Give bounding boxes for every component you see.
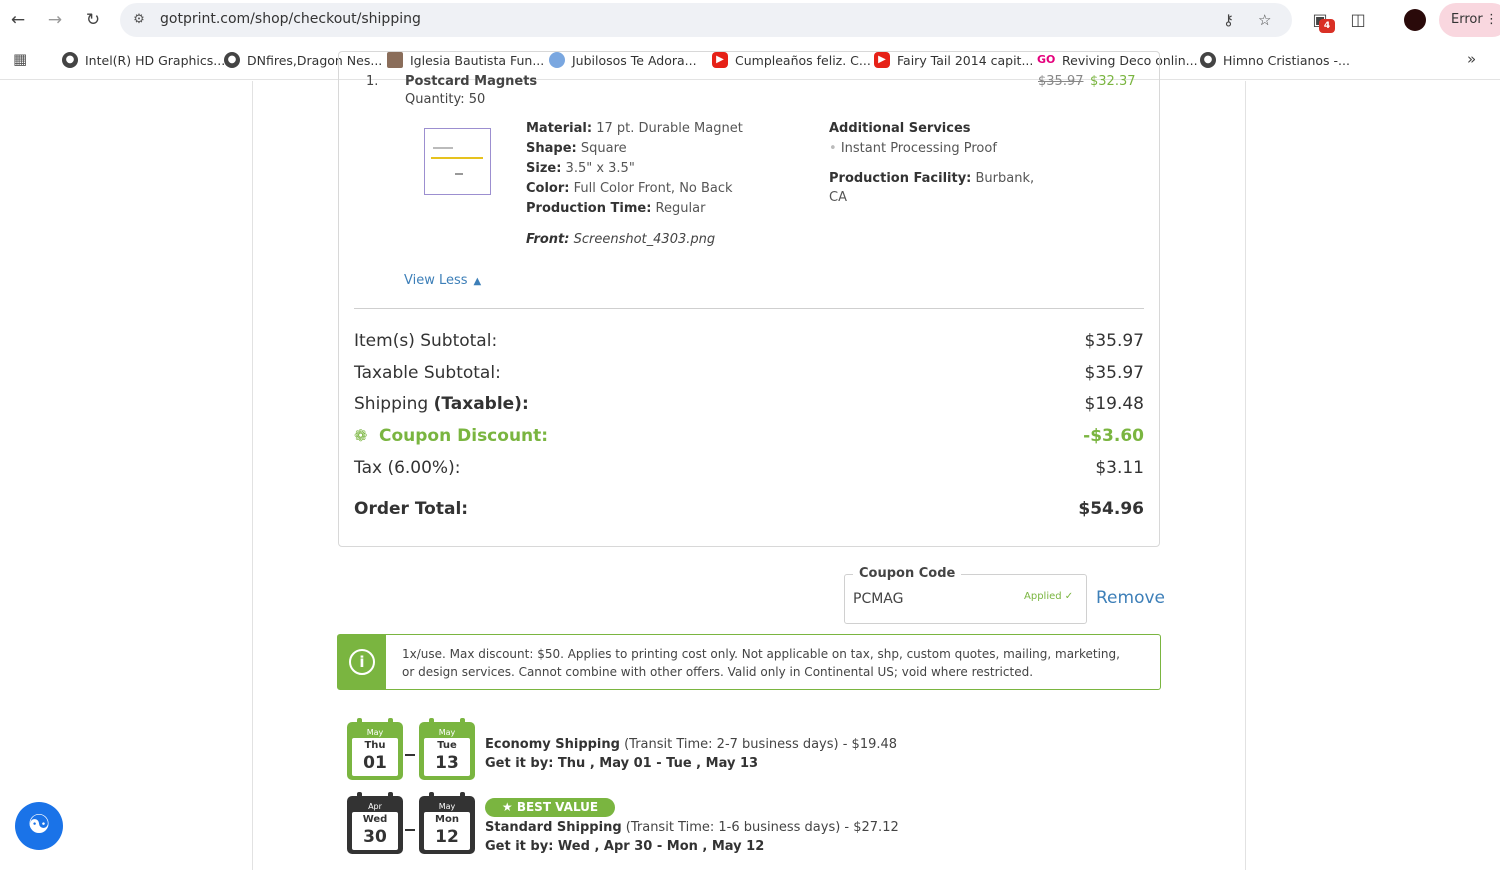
menu-dots-icon[interactable]: ⋮ xyxy=(1485,3,1498,37)
calendar-to-icon: May Tue 13 xyxy=(419,718,475,780)
production-facility: Production Facility: Burbank, xyxy=(829,171,1035,186)
tax-row: Tax (6.00%): $3.11 xyxy=(354,458,1144,482)
view-less-label: View Less xyxy=(404,273,468,288)
economy-shipping-title: Economy Shipping (Transit Time: 2-7 busi… xyxy=(485,737,898,752)
bookmark-label: Intel(R) HD Graphics... xyxy=(85,52,226,68)
item-old-price: $35.97 xyxy=(1038,74,1084,89)
additional-services-title: Additional Services xyxy=(829,121,971,136)
production-facility-state: CA xyxy=(829,190,847,205)
extension-badge: 4 xyxy=(1319,19,1335,33)
column-border xyxy=(252,81,253,870)
globe-icon: ● xyxy=(1200,52,1216,68)
browser-toolbar: ← → ↻ ⚙ gotprint.com/shop/checkout/shipp… xyxy=(0,0,1500,40)
password-key-icon[interactable]: ⚷ xyxy=(1223,11,1234,29)
spec-color: Color: Full Color Front, No Back xyxy=(526,181,733,196)
tag-icon: ❁ xyxy=(354,426,368,445)
url-text[interactable]: gotprint.com/shop/checkout/shipping xyxy=(160,11,421,27)
order-total-row: Order Total: $54.96 xyxy=(354,499,1144,523)
calendar-to-icon: May Mon 12 xyxy=(419,792,475,854)
spec-shape: Shape: Square xyxy=(526,141,627,156)
subtotal-row: Item(s) Subtotal: $35.97 xyxy=(354,331,1144,355)
back-icon[interactable]: ← xyxy=(7,9,29,31)
globe-icon: ● xyxy=(62,52,78,68)
apps-grid-icon[interactable]: ▦ xyxy=(13,51,29,67)
bookmark-label: Himno Cristianos -... xyxy=(1223,52,1350,68)
error-button[interactable]: Error ⋮ xyxy=(1439,3,1500,37)
item-number: 1. xyxy=(366,74,379,89)
accessibility-icon[interactable]: ☯ xyxy=(15,802,63,850)
site-settings-icon[interactable]: ⚙ xyxy=(130,11,148,29)
chevron-right-icon[interactable]: » xyxy=(1467,50,1476,68)
best-value-badge: ★ BEST VALUE xyxy=(485,798,615,817)
order-total-value: $54.96 xyxy=(1078,499,1144,519)
additional-service-item: • Instant Processing Proof xyxy=(829,141,997,156)
spec-size: Size: 3.5" x 3.5" xyxy=(526,161,635,176)
standard-get-it-by: Get it by: Wed , Apr 30 - Mon , May 12 xyxy=(485,839,765,854)
chevron-up-icon: ▲ xyxy=(473,276,482,287)
calendar-from-icon: May Thu 01 xyxy=(347,718,403,780)
bookmark-star-icon[interactable]: ☆ xyxy=(1258,11,1271,29)
date-range-dash xyxy=(405,754,415,756)
puzzle-icon[interactable]: ◫ xyxy=(1347,9,1369,31)
tax-value: $3.11 xyxy=(1095,458,1144,478)
spec-material: Material: 17 pt. Durable Magnet xyxy=(526,121,743,136)
column-border xyxy=(1245,81,1246,870)
coupon-discount-row: ❁ Coupon Discount: -$3.60 xyxy=(354,426,1144,450)
coupon-applied-status: Applied ✓ xyxy=(1024,591,1074,602)
economy-get-it-by: Get it by: Thu , May 01 - Tue , May 13 xyxy=(485,756,759,771)
coupon-info-text: 1x/use. Max discount: $50. Applies to pr… xyxy=(402,647,1120,679)
coupon-discount-label: ❁ Coupon Discount: xyxy=(354,426,549,446)
item-name: Postcard Magnets xyxy=(405,74,538,89)
taxable-value: $35.97 xyxy=(1084,363,1144,383)
coupon-info-box: i 1x/use. Max discount: $50. Applies to … xyxy=(337,634,1161,690)
coupon-code-label: Coupon Code xyxy=(853,566,962,581)
check-circle-icon: ✓ xyxy=(1064,591,1074,602)
date-range-dash xyxy=(405,829,415,831)
reload-icon[interactable]: ↻ xyxy=(82,9,104,31)
bullet-icon: • xyxy=(829,141,837,156)
tax-label: Tax (6.00%): xyxy=(354,458,461,478)
taxable-subtotal-row: Taxable Subtotal: $35.97 xyxy=(354,363,1144,387)
info-icon: i xyxy=(349,649,375,675)
subtotal-label: Item(s) Subtotal: xyxy=(354,331,498,351)
forward-icon[interactable]: → xyxy=(44,9,66,31)
calendar-from-icon: Apr Wed 30 xyxy=(347,792,403,854)
info-sidebar: i xyxy=(338,635,386,689)
subtotal-value: $35.97 xyxy=(1084,331,1144,351)
remove-coupon-link[interactable]: Remove xyxy=(1096,588,1165,608)
view-less-link[interactable]: View Less ▲ xyxy=(404,273,481,288)
divider xyxy=(354,308,1144,309)
error-label: Error xyxy=(1451,12,1483,27)
globe-icon: ● xyxy=(224,52,240,68)
profile-avatar[interactable] xyxy=(1404,9,1426,31)
item-quantity: Quantity: 50 xyxy=(405,92,486,107)
product-thumbnail[interactable] xyxy=(424,128,491,195)
bookmark-item[interactable]: ● Intel(R) HD Graphics... xyxy=(62,50,225,70)
spec-production-time: Production Time: Regular xyxy=(526,201,706,216)
order-total-label: Order Total: xyxy=(354,499,469,519)
coupon-code-value[interactable]: PCMAG xyxy=(853,591,903,607)
shipping-label: Shipping (Taxable): xyxy=(354,394,529,414)
standard-shipping-title: Standard Shipping (Transit Time: 1-6 bus… xyxy=(485,820,899,835)
checkout-page: 1. Postcard Magnets $35.97 $32.37 Quanti… xyxy=(0,51,1500,870)
shipping-row: Shipping (Taxable): $19.48 xyxy=(354,394,1144,418)
spec-front-file: Front: Screenshot_4303.png xyxy=(526,232,716,247)
taxable-label: Taxable Subtotal: xyxy=(354,363,501,383)
star-icon: ★ xyxy=(501,800,513,814)
coupon-discount-value: -$3.60 xyxy=(1083,426,1144,446)
bookmark-item[interactable]: ● Himno Cristianos -... xyxy=(1200,50,1350,70)
item-new-price: $32.37 xyxy=(1090,74,1136,89)
address-bar[interactable]: ⚙ gotprint.com/shop/checkout/shipping ⚷ … xyxy=(120,3,1292,37)
shipping-value: $19.48 xyxy=(1084,394,1144,414)
